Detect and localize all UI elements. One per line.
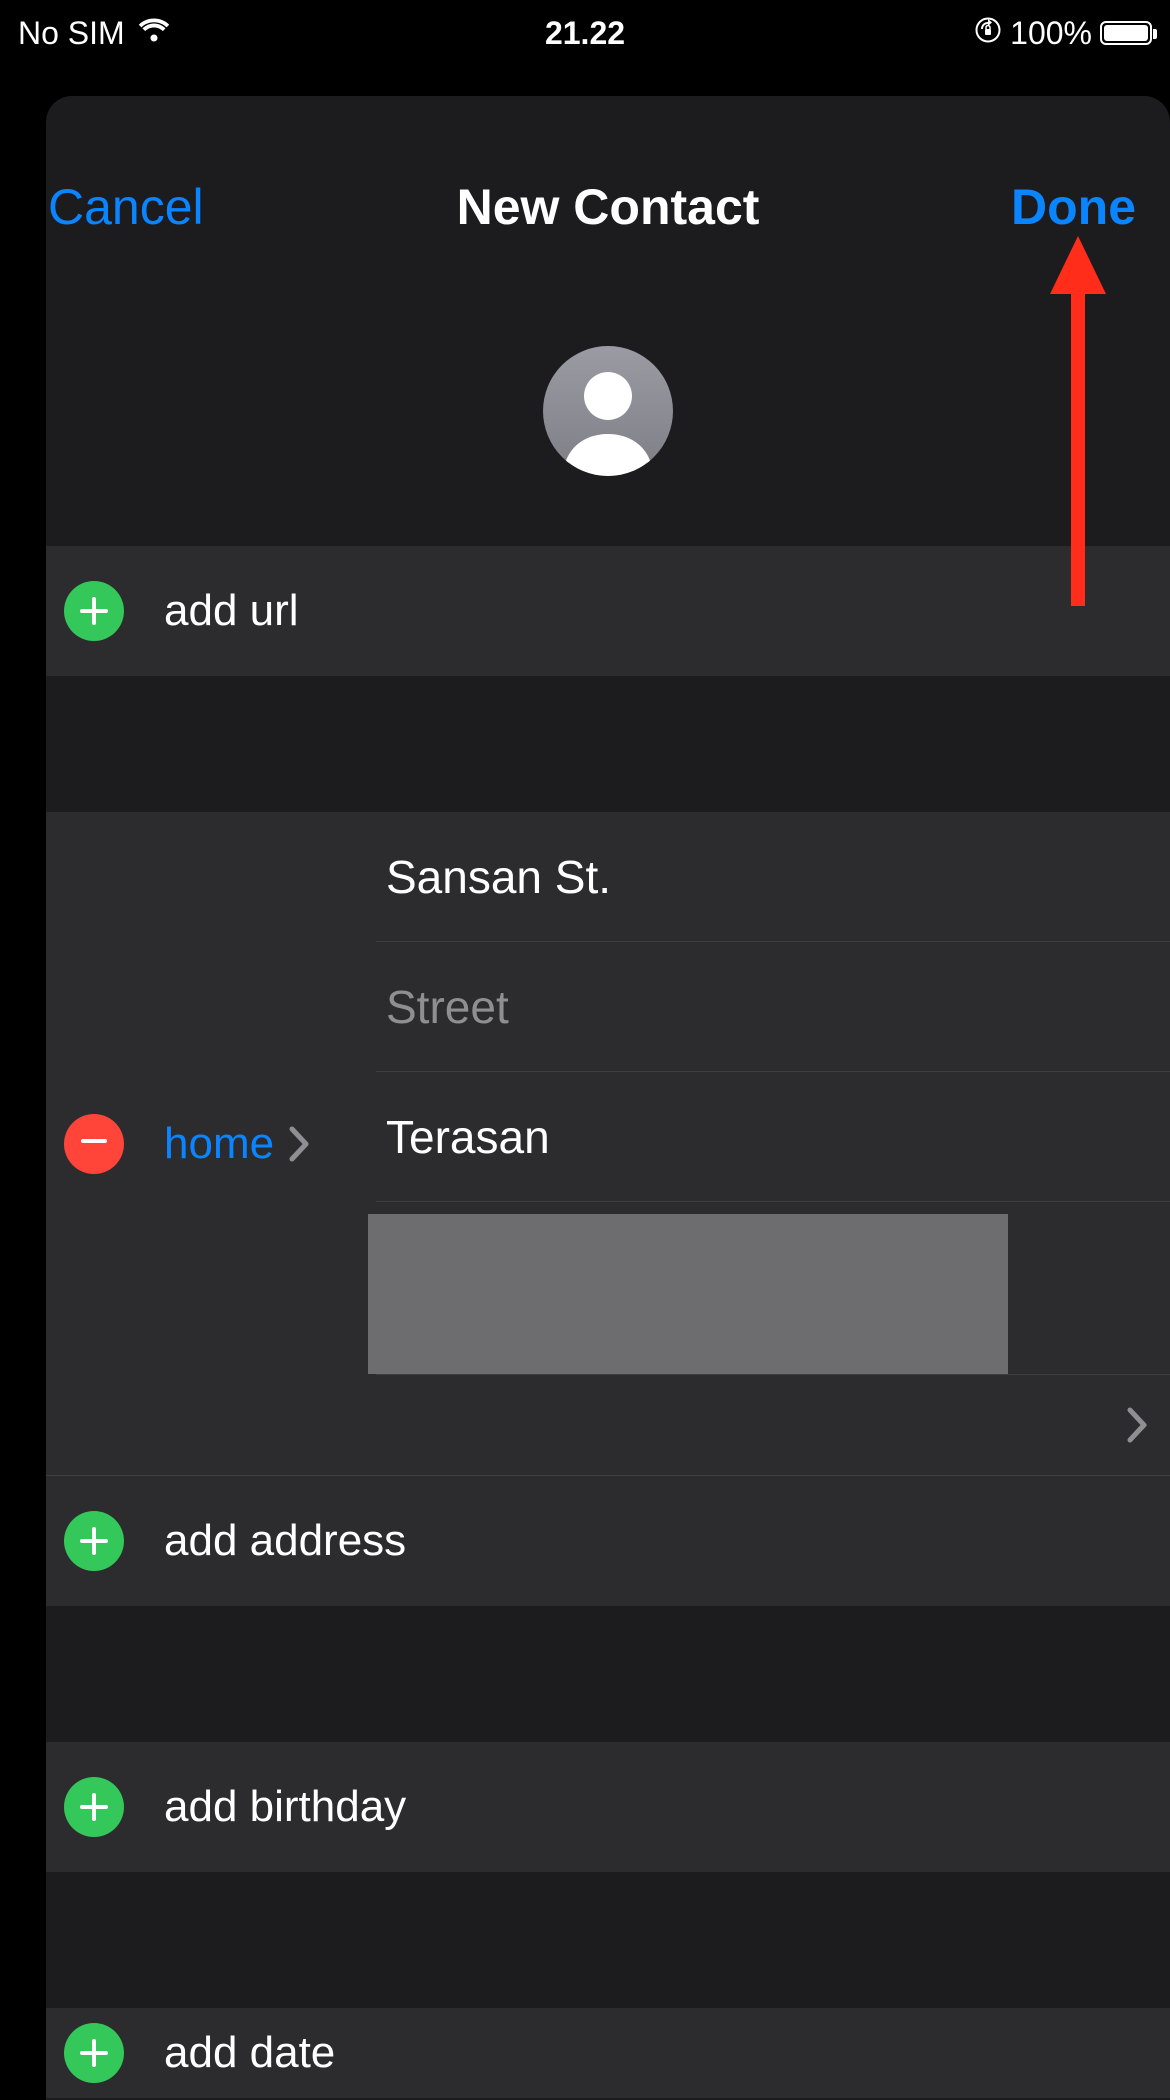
contact-avatar[interactable]	[543, 346, 673, 476]
carrier-label: No SIM	[18, 15, 125, 52]
new-contact-sheet: Cancel New Contact Done add url	[46, 96, 1170, 2100]
city-input[interactable]: Terasan	[376, 1072, 1170, 1202]
url-section: add url	[46, 546, 1170, 676]
street2-input[interactable]: Street	[376, 942, 1170, 1072]
birthday-section: add birthday	[46, 1742, 1170, 1872]
address-entry: home Sansan St. Street Terasan	[46, 812, 1170, 1476]
person-placeholder-icon	[543, 346, 673, 476]
add-date-row[interactable]: add date	[46, 2008, 1170, 2098]
remove-address-button[interactable]	[64, 1114, 124, 1174]
date-section: add date	[46, 2008, 1170, 2098]
wifi-icon	[137, 15, 171, 52]
battery-icon	[1100, 21, 1152, 45]
chevron-right-icon	[288, 1125, 312, 1163]
page-title: New Contact	[457, 178, 760, 236]
orientation-lock-icon	[974, 15, 1002, 52]
chevron-right-icon	[1126, 1406, 1150, 1444]
add-birthday-row[interactable]: add birthday	[46, 1742, 1170, 1872]
status-time: 21.22	[545, 15, 625, 52]
avatar-wrap	[46, 346, 1170, 476]
add-address-row[interactable]: add address	[46, 1476, 1170, 1606]
done-button[interactable]: Done	[1011, 178, 1136, 236]
minus-icon	[76, 1123, 112, 1164]
plus-icon	[64, 1777, 124, 1837]
add-date-label: add date	[164, 2028, 335, 2078]
nav-bar: Cancel New Contact Done	[46, 96, 1170, 266]
status-bar: No SIM 21.22 100%	[0, 0, 1170, 60]
street1-input[interactable]: Sansan St.	[376, 812, 1170, 942]
add-url-label: add url	[164, 586, 299, 636]
plus-icon	[64, 2023, 124, 2083]
address-section: home Sansan St. Street Terasan	[46, 812, 1170, 1606]
cancel-button[interactable]: Cancel	[48, 178, 204, 236]
redacted-field-1[interactable]	[376, 1202, 1170, 1375]
status-left: No SIM	[18, 15, 171, 52]
add-url-row[interactable]: add url	[46, 546, 1170, 676]
status-right: 100%	[974, 15, 1152, 52]
add-birthday-label: add birthday	[164, 1782, 406, 1832]
battery-percent: 100%	[1010, 15, 1092, 52]
add-address-label: add address	[164, 1516, 406, 1566]
country-picker[interactable]	[376, 1375, 1170, 1475]
address-type-picker[interactable]: home	[164, 1119, 274, 1169]
plus-icon	[64, 1511, 124, 1571]
plus-icon	[64, 581, 124, 641]
